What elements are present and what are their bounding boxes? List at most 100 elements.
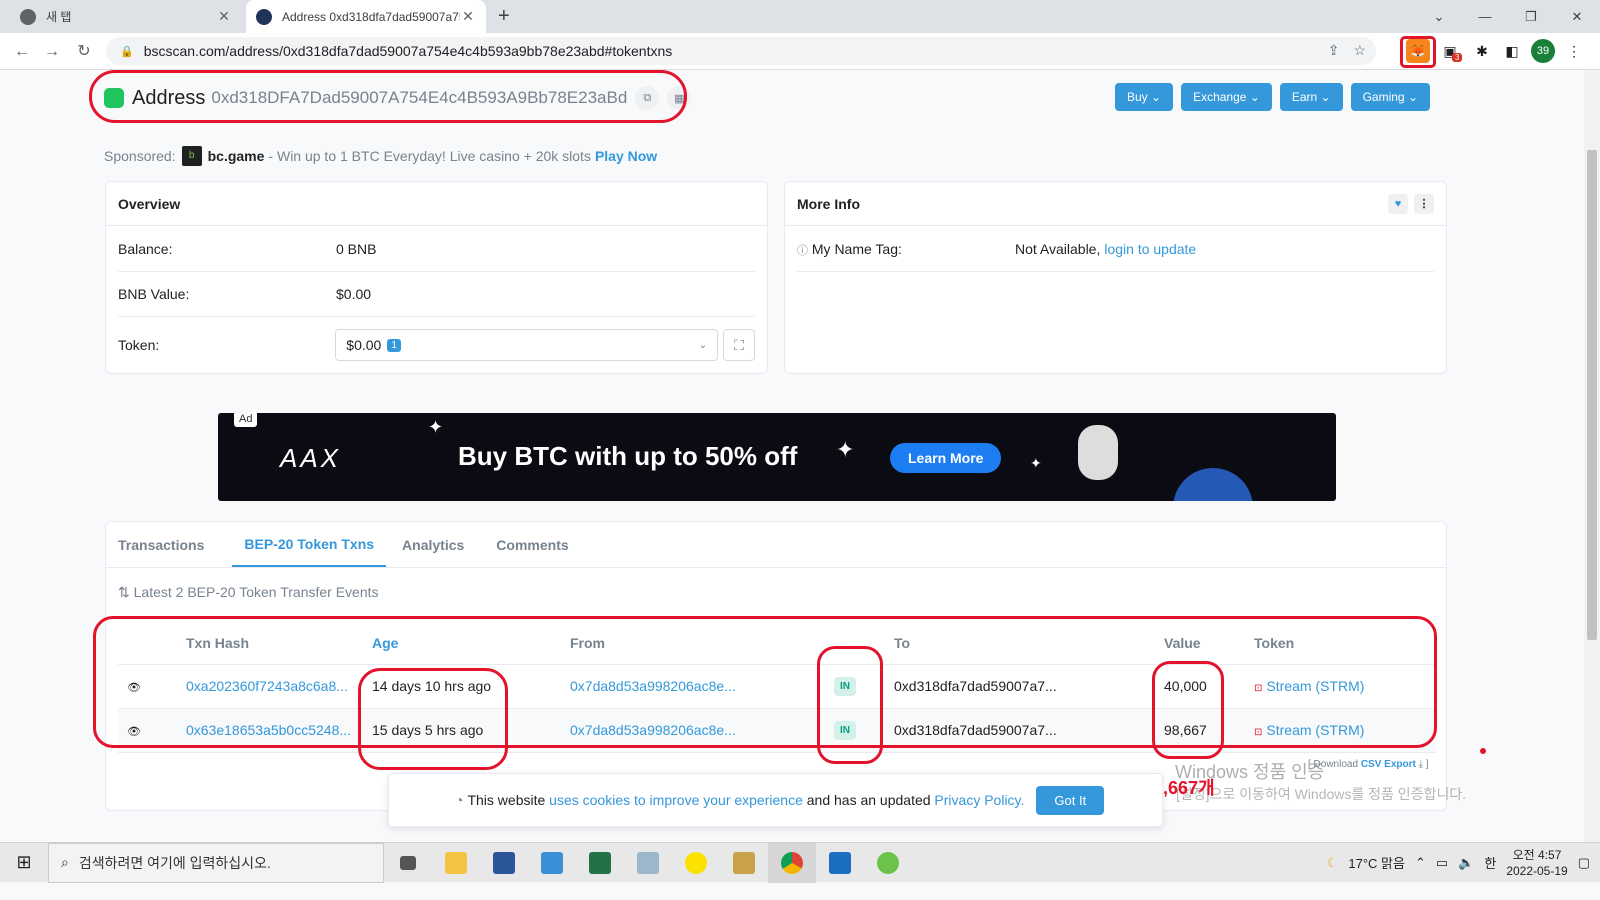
overview-card: Overview Balance: 0 BNB BNB Value: $0.00… <box>105 181 768 374</box>
page-scrollbar[interactable] <box>1584 70 1600 860</box>
sidepanel-icon[interactable]: ◧ <box>1500 39 1524 63</box>
annotation-box-table <box>93 616 1437 748</box>
file-explorer-icon[interactable] <box>432 843 480 883</box>
tab-bep20-token-txns[interactable]: BEP-20 Token Txns <box>232 522 387 567</box>
token-row: Token: $0.00 1 ⌄ ⛶ <box>118 322 755 368</box>
chrome-taskbar-icon[interactable] <box>768 842 816 883</box>
clock[interactable]: 오전 4:57 2022-05-19 <box>1506 847 1567 879</box>
system-tray: ☾ 17°C 맑음 ⌃ ▭ 🔈 한 오전 4:57 2022-05-19 ▢ <box>1327 847 1600 879</box>
annotation-circle-in <box>817 646 883 764</box>
tab-label: 새 탭 <box>46 10 72 24</box>
browser-tab-bar: 새 탭 ✕ Address 0xd318dfa7dad59007a754e4c4… <box>0 0 1600 33</box>
play-now-link[interactable]: Play Now <box>595 148 657 164</box>
forward-button[interactable]: → <box>40 40 64 64</box>
privacy-policy-link[interactable]: Privacy Policy. <box>934 792 1024 808</box>
task-view-icon[interactable] <box>384 843 432 883</box>
name-tag-value: Not Available, <box>1015 241 1101 257</box>
learn-more-button[interactable]: Learn More <box>890 443 1002 473</box>
sponsor-text: - Win up to 1 BTC Everyday! Live casino … <box>268 148 591 164</box>
photos-icon[interactable] <box>816 843 864 883</box>
share-icon[interactable]: ⇪ <box>1328 42 1340 59</box>
balance-value: 0 BNB <box>336 241 377 257</box>
windows-activation-text: [설정]으로 이동하여 Windows를 정품 인증합니다. <box>1176 786 1467 802</box>
help-icon: ⓘ <box>797 244 808 257</box>
windows-start-icon[interactable]: ⊞ <box>0 843 48 883</box>
close-icon[interactable]: ✕ <box>460 8 476 25</box>
more-options-icon[interactable]: ⋮ <box>1414 193 1434 214</box>
cookie-policy-link[interactable]: uses cookies to improve your experience <box>549 792 803 808</box>
green-app-icon[interactable] <box>864 843 912 883</box>
sparkle-icon: ✦ <box>428 417 444 437</box>
download-icon: ⤓ <box>1418 759 1424 770</box>
chevron-up-icon[interactable]: ⌃ <box>1415 855 1426 871</box>
browser-toolbar: ← → ↻ 🔒 bscscan.com/address/0xd318dfa7da… <box>0 33 1600 70</box>
menu-icon[interactable]: ⋮ <box>1562 39 1586 63</box>
address-bar[interactable]: 🔒 bscscan.com/address/0xd318dfa7dad59007… <box>106 37 1376 65</box>
excel-icon[interactable] <box>576 843 624 883</box>
token-dropdown[interactable]: $0.00 1 ⌄ <box>335 329 719 361</box>
windows-taskbar: ⊞ ⌕ 검색하려면 여기에 입력하십시오. ☾ 17°C 맑음 ⌃ ▭ 🔈 한 … <box>0 842 1600 883</box>
ad-banner[interactable]: Ad AAX ✦ ✦ ✦ Buy BTC with up to 50% off … <box>218 413 1336 501</box>
sponsor-brand[interactable]: bc.game <box>208 148 265 164</box>
page: Address 0xd318DFA7Dad59007A754E4c4B593A9… <box>0 70 1584 860</box>
cookie-text-mid: and has an updated <box>806 792 931 808</box>
tab-comments[interactable]: Comments <box>496 522 584 567</box>
notepad-app-icon[interactable] <box>528 843 576 883</box>
got-it-button[interactable]: Got It <box>1036 785 1105 815</box>
more-info-card: More Info ♥ ⋮ ⓘ My Name Tag: Not Availab… <box>784 181 1447 374</box>
sponsored-label: Sponsored: <box>104 148 176 164</box>
more-info-header: More Info ♥ ⋮ <box>785 182 1446 226</box>
earn-button[interactable]: Earn ⌄ <box>1279 83 1343 111</box>
profile-avatar[interactable]: 39 <box>1531 39 1555 63</box>
volume-icon[interactable]: 🔈 <box>1458 855 1474 871</box>
globe-illustration <box>1173 468 1253 501</box>
bnb-value-label: BNB Value: <box>118 286 190 302</box>
tab-transactions[interactable]: Transactions <box>118 522 220 567</box>
new-tab-button[interactable]: + <box>498 5 510 28</box>
lock-icon: 🔒 <box>120 45 134 58</box>
token-value: $0.00 <box>346 337 382 353</box>
back-button[interactable]: ← <box>10 40 34 64</box>
notification-icon[interactable]: ▢ <box>1578 855 1590 871</box>
bnb-value-row: BNB Value: $0.00 <box>118 272 755 317</box>
heart-icon[interactable]: ♥ <box>1388 193 1408 214</box>
sort-icon: ⇅ <box>118 584 130 600</box>
weather-text[interactable]: 17°C 맑음 <box>1348 853 1405 872</box>
tab-analytics[interactable]: Analytics <box>402 522 480 567</box>
expand-icon[interactable]: ⛶ <box>723 329 755 361</box>
network-icon[interactable]: ▭ <box>1436 855 1448 871</box>
chevron-down-icon[interactable]: ⌄ <box>1416 0 1462 33</box>
login-to-update-link[interactable]: login to update <box>1104 241 1196 257</box>
bcgame-logo-icon: b <box>181 146 202 166</box>
minimize-button[interactable]: — <box>1462 0 1508 33</box>
tx-tabs: Transactions BEP-20 Token Txns Analytics… <box>106 522 1446 568</box>
close-window-button[interactable]: ✕ <box>1554 0 1600 33</box>
buy-button[interactable]: Buy ⌄ <box>1114 83 1174 111</box>
app-icon[interactable] <box>624 843 672 883</box>
scrollbar-thumb[interactable] <box>1587 150 1597 640</box>
weather-icon: ☾ <box>1326 854 1339 870</box>
taskbar-search[interactable]: ⌕ 검색하려면 여기에 입력하십시오. <box>48 842 384 883</box>
star-icon[interactable]: ☆ <box>1353 42 1366 59</box>
chrome-icon <box>20 8 36 25</box>
ime-indicator[interactable]: 한 <box>1484 853 1496 872</box>
annotation-dot <box>1480 748 1486 754</box>
reload-button[interactable]: ↻ <box>72 40 96 64</box>
name-tag-label: ⓘ My Name Tag: <box>797 240 902 257</box>
exchange-button[interactable]: Exchange ⌄ <box>1181 83 1272 111</box>
close-icon[interactable]: ✕ <box>216 8 232 25</box>
puzzle-icon[interactable]: ✱ <box>1470 39 1494 63</box>
url-text: bscscan.com/address/0xd318dfa7dad59007a7… <box>143 43 673 59</box>
kakaotalk-icon[interactable] <box>672 843 720 883</box>
ad-tag: Ad <box>234 413 258 427</box>
annotation-circle-metamask <box>1400 36 1436 68</box>
restore-button[interactable]: ❐ <box>1508 0 1554 33</box>
balance-label: Balance: <box>118 241 173 257</box>
tab-bscscan[interactable]: Address 0xd318dfa7dad59007a754e4c4b593a9… <box>246 0 486 33</box>
paint-icon[interactable] <box>720 843 768 883</box>
csv-export-link[interactable]: CSV Export <box>1361 759 1416 770</box>
tab-new[interactable]: 새 탭 ✕ <box>10 0 242 33</box>
aax-logo: AAX <box>280 443 342 473</box>
gaming-button[interactable]: Gaming ⌄ <box>1350 83 1430 111</box>
word-icon[interactable] <box>480 843 528 883</box>
